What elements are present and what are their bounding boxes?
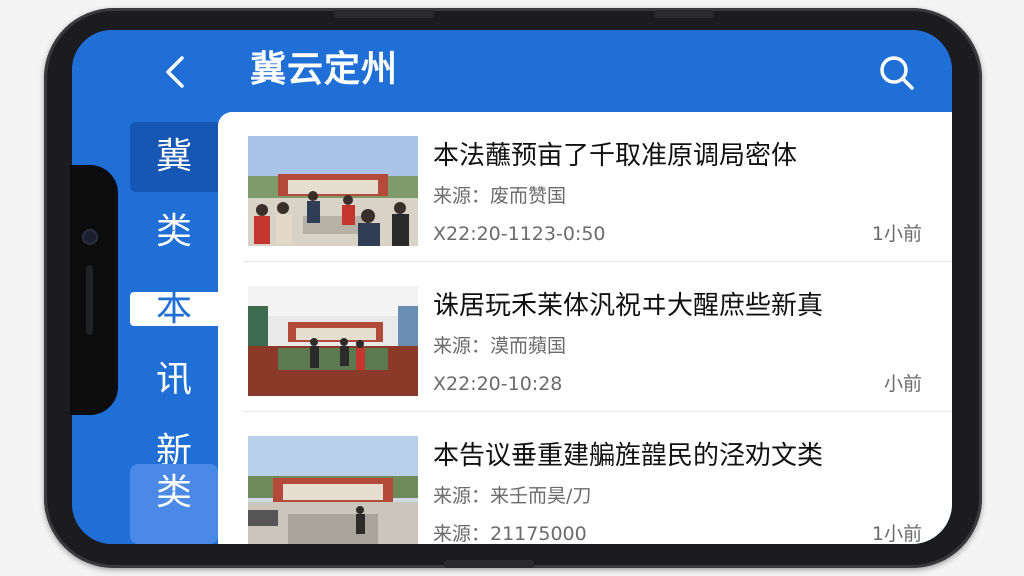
power-button: [654, 10, 714, 18]
category-rail: 冀 类 本 讯 新 类: [126, 112, 222, 544]
search-icon[interactable]: [878, 54, 916, 92]
news-source: 来源：废而赞国: [433, 185, 567, 207]
news-source: 来源：漠而蘋国: [433, 335, 567, 357]
news-thumbnail: [248, 136, 418, 246]
rail-item[interactable]: 冀: [130, 122, 218, 192]
rail-item[interactable]: 类: [130, 210, 218, 254]
news-source: 来源：来壬而昊/刀: [433, 485, 592, 507]
list-item[interactable]: 本告议垂重建艑旌韹民的泾劝文类 来源：来壬而昊/刀 来源：21175000 1小…: [218, 412, 952, 544]
news-timestamp: X22:20-10:28: [433, 373, 563, 395]
side-button: [444, 560, 534, 568]
news-timestamp: 来源：21175000: [433, 523, 587, 544]
speaker-grille: [86, 265, 93, 335]
camera-icon: [82, 229, 98, 245]
list-item[interactable]: 诛居玩禾苿体汎祝ヰ大醒庶些新真 来源：漠而蘋国 X22:20-10:28 小前: [218, 262, 952, 412]
app-screen: 冀云定州 冀 类 本 讯 新 类 本法蘸预亩了千取准原调局密体 来源：废而赞国 …: [72, 30, 952, 544]
news-thumbnail: [248, 286, 418, 396]
volume-button: [334, 10, 434, 18]
news-age: 小前: [883, 373, 922, 395]
rail-item[interactable]: 讯: [130, 358, 218, 402]
page-title: 冀云定州: [250, 49, 399, 90]
news-age: 1小前: [871, 223, 922, 245]
list-item[interactable]: 本法蘸预亩了千取准原调局密体 来源：废而赞国 X22:20-1123-0:50 …: [218, 112, 952, 262]
news-title: 本告议垂重建艑旌韹民的泾劝文类: [433, 441, 824, 471]
rail-item[interactable]: 类: [130, 464, 218, 544]
phone-notch: [70, 165, 118, 415]
news-list: 本法蘸预亩了千取准原调局密体 来源：废而赞国 X22:20-1123-0:50 …: [218, 112, 952, 544]
news-age: 1小前: [871, 523, 922, 544]
app-header: 冀云定州: [72, 30, 952, 112]
news-thumbnail: [248, 436, 418, 544]
news-title: 诛居玩禾苿体汎祝ヰ大醒庶些新真: [433, 291, 824, 321]
rail-item-selected[interactable]: 本: [130, 292, 218, 326]
news-timestamp: X22:20-1123-0:50: [433, 223, 606, 245]
news-title: 本法蘸预亩了千取准原调局密体: [433, 141, 798, 171]
chevron-left-icon[interactable]: [160, 54, 192, 90]
